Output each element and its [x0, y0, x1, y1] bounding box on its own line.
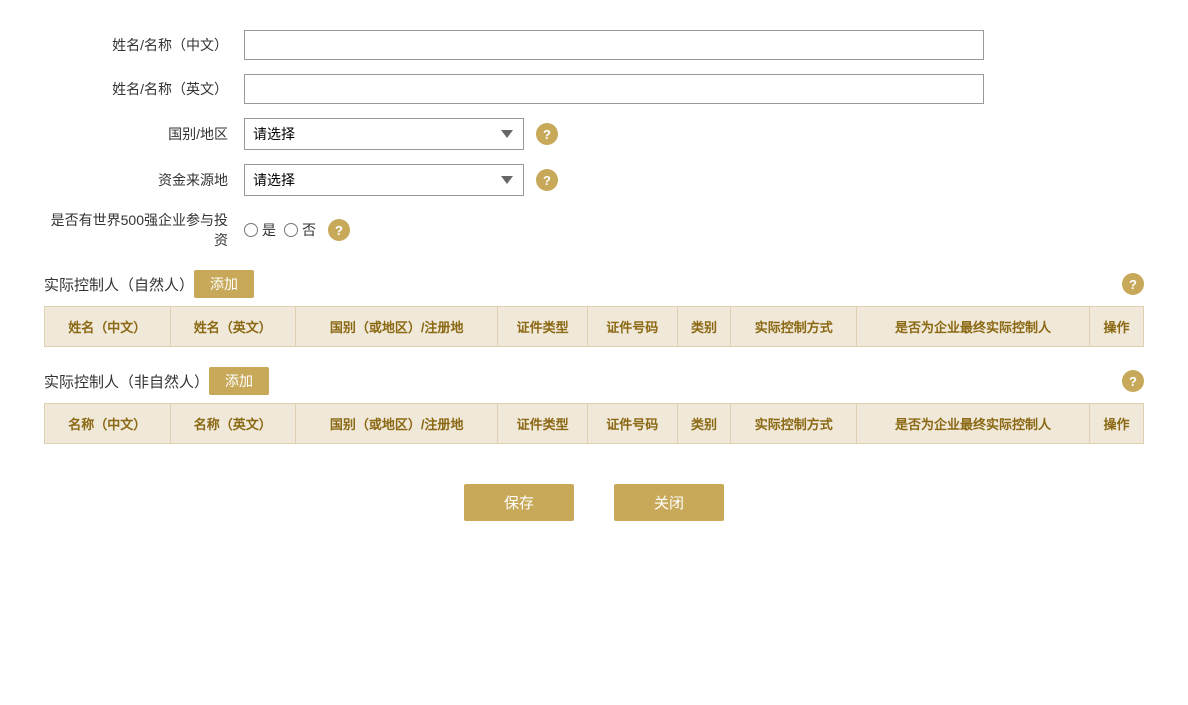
- non-natural-col-cert-no: 证件号码: [587, 404, 677, 444]
- natural-person-header: 实际控制人（自然人） 添加 ?: [44, 270, 1144, 298]
- non-natural-col-is-final-controller: 是否为企业最终实际控制人: [856, 404, 1089, 444]
- natural-person-table-header-row: 姓名（中文） 姓名（英文） 国别（或地区）/注册地 证件类型 证件号码 类别 实…: [45, 307, 1144, 347]
- non-natural-col-country: 国别（或地区）/注册地: [296, 404, 498, 444]
- natural-col-cert-type: 证件类型: [498, 307, 588, 347]
- name-en-row: 姓名/名称（英文）: [44, 74, 1144, 104]
- natural-person-help-icon[interactable]: ?: [1122, 273, 1144, 295]
- fund-source-select[interactable]: 请选择: [244, 164, 524, 196]
- fund-source-label: 资金来源地: [44, 170, 244, 190]
- natural-person-table: 姓名（中文） 姓名（英文） 国别（或地区）/注册地 证件类型 证件号码 类别 实…: [44, 306, 1144, 347]
- non-natural-person-table-header-row: 名称（中文） 名称（英文） 国别（或地区）/注册地 证件类型 证件号码 类别 实…: [45, 404, 1144, 444]
- natural-person-header-row: 实际控制人（自然人） 添加 ?: [44, 270, 1144, 298]
- fund-source-help-icon[interactable]: ?: [536, 169, 558, 191]
- natural-col-operation: 操作: [1090, 307, 1144, 347]
- natural-person-title: 实际控制人（自然人）: [44, 274, 194, 295]
- name-en-label: 姓名/名称（英文）: [44, 79, 244, 99]
- fortune500-no-radio[interactable]: [284, 223, 298, 237]
- name-cn-row: 姓名/名称（中文）: [44, 30, 1144, 60]
- non-natural-col-control-method: 实际控制方式: [731, 404, 857, 444]
- non-natural-col-name-cn: 名称（中文）: [45, 404, 171, 444]
- non-natural-person-help-icon[interactable]: ?: [1122, 370, 1144, 392]
- natural-person-add-button[interactable]: 添加: [194, 270, 254, 298]
- natural-col-country: 国别（或地区）/注册地: [296, 307, 498, 347]
- natural-col-control-method: 实际控制方式: [731, 307, 857, 347]
- fortune500-radio-group: 是 否: [244, 220, 316, 240]
- fortune500-yes-radio[interactable]: [244, 223, 258, 237]
- fortune500-no-text: 否: [302, 220, 316, 240]
- fortune500-row: 是否有世界500强企业参与投资 是 否 ?: [44, 210, 1144, 250]
- non-natural-person-header: 实际控制人（非自然人） 添加 ?: [44, 367, 1144, 395]
- natural-col-is-final-controller: 是否为企业最终实际控制人: [856, 307, 1089, 347]
- country-select[interactable]: 请选择: [244, 118, 524, 150]
- non-natural-person-add-button[interactable]: 添加: [209, 367, 269, 395]
- close-button[interactable]: 关闭: [614, 484, 724, 521]
- page-container: 姓名/名称（中文） 姓名/名称（英文） 国别/地区 请选择 ? 资金来源地 请选…: [44, 30, 1144, 521]
- non-natural-person-table: 名称（中文） 名称（英文） 国别（或地区）/注册地 证件类型 证件号码 类别 实…: [44, 403, 1144, 444]
- natural-person-section: 实际控制人（自然人） 添加 ? 姓名（中文） 姓名（英文） 国别（或地区）/注册…: [44, 270, 1144, 347]
- save-button[interactable]: 保存: [464, 484, 574, 521]
- form-section: 姓名/名称（中文） 姓名/名称（英文） 国别/地区 请选择 ? 资金来源地 请选…: [44, 30, 1144, 250]
- non-natural-person-section: 实际控制人（非自然人） 添加 ? 名称（中文） 名称（英文） 国别（或地区）/注…: [44, 367, 1144, 444]
- name-cn-label: 姓名/名称（中文）: [44, 35, 244, 55]
- fortune500-label: 是否有世界500强企业参与投资: [44, 210, 244, 250]
- non-natural-person-title: 实际控制人（非自然人）: [44, 371, 209, 392]
- non-natural-col-operation: 操作: [1090, 404, 1144, 444]
- non-natural-col-category: 类别: [677, 404, 731, 444]
- fortune500-no-label[interactable]: 否: [284, 220, 316, 240]
- fortune500-yes-label[interactable]: 是: [244, 220, 276, 240]
- name-cn-input[interactable]: [244, 30, 984, 60]
- country-help-icon[interactable]: ?: [536, 123, 558, 145]
- country-row: 国别/地区 请选择 ?: [44, 118, 1144, 150]
- country-label: 国别/地区: [44, 124, 244, 144]
- non-natural-col-cert-type: 证件类型: [498, 404, 588, 444]
- non-natural-col-name-en: 名称（英文）: [170, 404, 296, 444]
- natural-col-name-en: 姓名（英文）: [170, 307, 296, 347]
- fund-source-row: 资金来源地 请选择 ?: [44, 164, 1144, 196]
- fortune500-help-icon[interactable]: ?: [328, 219, 350, 241]
- natural-col-name-cn: 姓名（中文）: [45, 307, 171, 347]
- natural-col-cert-no: 证件号码: [587, 307, 677, 347]
- non-natural-person-header-row: 实际控制人（非自然人） 添加 ?: [44, 367, 1144, 395]
- button-row: 保存 关闭: [44, 484, 1144, 521]
- fortune500-yes-text: 是: [262, 220, 276, 240]
- name-en-input[interactable]: [244, 74, 984, 104]
- natural-col-category: 类别: [677, 307, 731, 347]
